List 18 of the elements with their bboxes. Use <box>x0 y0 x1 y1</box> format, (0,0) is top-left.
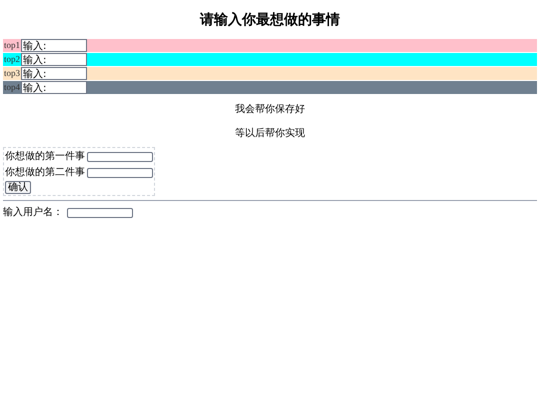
input-field[interactable]: 输入: <box>21 81 88 94</box>
input-field[interactable]: 输入: <box>21 53 88 66</box>
field-label: 输入用户名： <box>3 206 63 220</box>
page-title: 请输入你最想做的事情 <box>198 11 341 30</box>
field-label: 你想做的第二件事 <box>5 166 85 180</box>
input-field[interactable]: 输入: <box>21 39 88 52</box>
message-text: 等以后帮你实现 <box>235 126 305 141</box>
field-label: 你想做的第一件事 <box>5 150 85 164</box>
row-label: top1 <box>3 39 22 52</box>
row-label: top2 <box>3 53 22 66</box>
confirm-button[interactable]: 确认 <box>5 181 31 194</box>
input-field[interactable] <box>87 152 153 162</box>
row-label: top4 <box>3 81 22 94</box>
row-label: top3 <box>3 67 22 80</box>
username-field[interactable] <box>67 208 133 218</box>
message-text: 我会帮你保存好 <box>235 102 305 117</box>
input-field[interactable] <box>87 168 153 178</box>
input-field[interactable]: 输入: <box>21 67 88 80</box>
